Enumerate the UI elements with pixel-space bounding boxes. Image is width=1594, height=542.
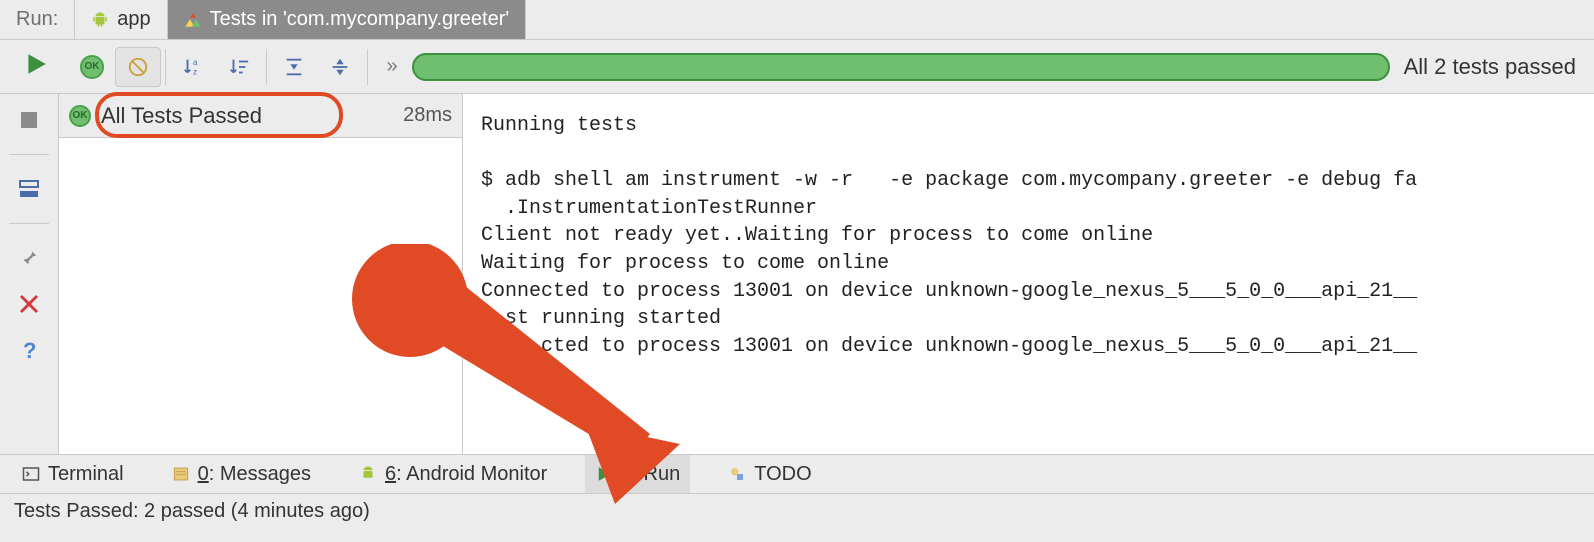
rerun-button[interactable] [23, 51, 49, 83]
layout-button[interactable] [17, 177, 41, 201]
close-button[interactable] [17, 292, 41, 316]
tab-tests-label: Tests in 'com.mycompany.greeter' [210, 8, 510, 31]
tab-tests[interactable]: Tests in 'com.mycompany.greeter' [168, 0, 527, 39]
sort-alpha-button[interactable]: az [170, 47, 216, 87]
run-label: Run: [0, 0, 74, 39]
test-tree[interactable]: OK All Tests Passed 28ms [59, 94, 463, 454]
sort-duration-button[interactable] [216, 47, 262, 87]
tool-windows-bar: Terminal 0: Messages 6: Android Monitor … [0, 454, 1594, 494]
tool-window-messages-label: 0: Messages [198, 463, 311, 486]
main-area: ? OK All Tests Passed 28ms Running tests… [0, 94, 1594, 454]
tab-app[interactable]: app [74, 0, 167, 39]
toolbar-separator [165, 49, 166, 85]
ok-icon: OK [80, 55, 104, 79]
show-passed-toggle[interactable]: OK [69, 47, 115, 87]
console-text: Running tests $ adb shell am instrument … [463, 94, 1594, 370]
run-tabs-bar: Run: app Tests in 'com.mycompany.greeter… [0, 0, 1594, 40]
tool-window-messages[interactable]: 0: Messages [162, 455, 321, 493]
gutter-separator [9, 223, 49, 224]
status-text: Tests Passed: 2 passed (4 minutes ago) [14, 500, 370, 523]
svg-text:a: a [193, 58, 198, 67]
svg-text:?: ? [23, 338, 36, 362]
help-button[interactable]: ? [17, 338, 41, 362]
android-icon [91, 11, 109, 29]
collapse-all-button[interactable] [317, 47, 363, 87]
test-progress-bar [412, 53, 1390, 81]
test-progress-label: All 2 tests passed [1404, 54, 1576, 80]
tool-window-terminal-label: Terminal [48, 463, 124, 486]
expand-all-button[interactable] [271, 47, 317, 87]
tool-window-todo-label: TODO [754, 463, 811, 486]
gutter-separator [9, 154, 49, 155]
tool-window-run[interactable]: 4: Run [585, 455, 690, 493]
tool-window-run-label: 4: Run [621, 463, 680, 486]
ok-icon: OK [69, 105, 91, 127]
toolbar-more-button[interactable]: » [372, 55, 412, 78]
test-tree-root-time: 28ms [403, 104, 452, 127]
run-gutter: ? [0, 94, 59, 454]
tool-window-todo[interactable]: TODO [718, 455, 821, 493]
annotation-highlight [95, 92, 343, 138]
console-output[interactable]: Running tests $ adb shell am instrument … [463, 94, 1594, 454]
toolbar-separator [367, 49, 368, 85]
svg-text:z: z [193, 67, 197, 76]
show-ignored-toggle[interactable] [115, 47, 161, 87]
tab-app-label: app [117, 8, 150, 31]
toolbar-separator [266, 49, 267, 85]
pin-button[interactable] [17, 246, 41, 270]
test-toolbar: OK az » All 2 tests passed [0, 40, 1594, 94]
stop-button[interactable] [17, 108, 41, 132]
status-bar: Tests Passed: 2 passed (4 minutes ago) [0, 494, 1594, 528]
tool-window-terminal[interactable]: Terminal [12, 455, 134, 493]
tool-window-android-monitor-label: 6: Android Monitor [385, 463, 547, 486]
tests-config-icon [184, 11, 202, 29]
tool-window-android-monitor[interactable]: 6: Android Monitor [349, 455, 557, 493]
